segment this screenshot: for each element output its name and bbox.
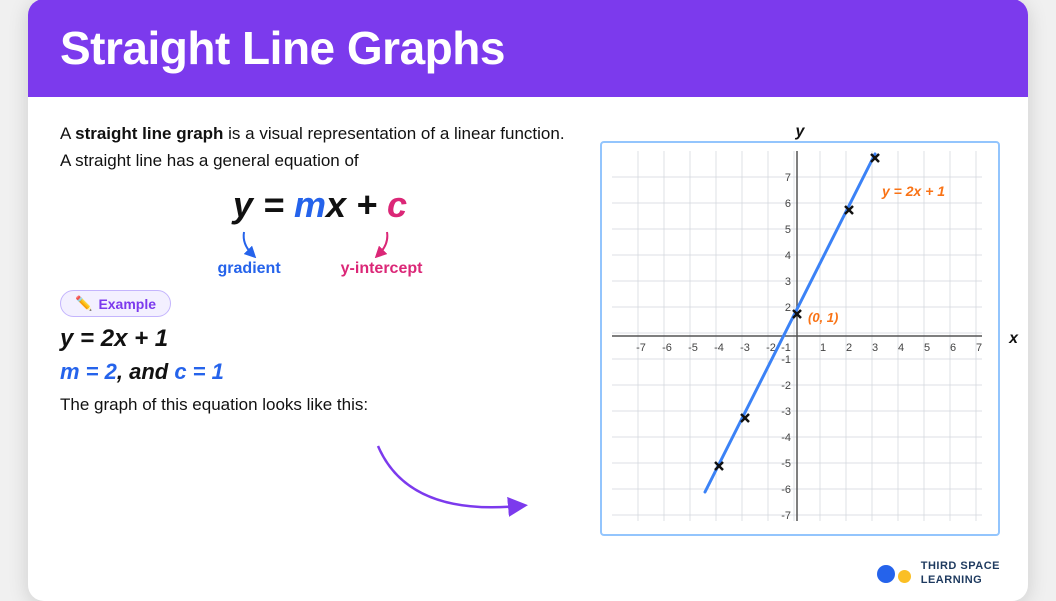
graph-svg: -7 -6 -5 -4 -3 -2 -1 1 2 3 4 5 6 [612, 151, 982, 521]
graph-container: y [600, 141, 1000, 536]
y-axis-label: y [796, 123, 805, 141]
example-badge: ✏️ Example [60, 290, 171, 317]
annotation-arrows: gradient y-intercept [60, 230, 580, 278]
svg-text:4: 4 [785, 250, 791, 262]
svg-text:-3: -3 [740, 342, 750, 354]
svg-text:4: 4 [898, 342, 904, 354]
left-column: A straight line graph is a visual repres… [60, 121, 580, 536]
svg-text:-7: -7 [781, 510, 791, 521]
svg-text:2: 2 [785, 302, 791, 314]
svg-text:-5: -5 [688, 342, 698, 354]
bold-term: straight line graph [75, 124, 223, 143]
svg-text:-5: -5 [781, 458, 791, 470]
gradient-arrow-icon [234, 230, 264, 258]
logo-line1: THIRD SPACE [921, 560, 1000, 573]
svg-text:7: 7 [976, 342, 982, 354]
yintercept-annotation: y-intercept [341, 230, 423, 278]
bottom-description: The graph of this equation looks like th… [60, 395, 580, 415]
x-axis-labels: -7 -6 -5 -4 -3 -2 -1 1 2 3 4 5 6 [636, 342, 982, 354]
logo-text: THIRD SPACE LEARNING [921, 560, 1000, 586]
c-variable: c [387, 184, 407, 225]
graph-equation-label: y = 2x + 1 [881, 183, 945, 199]
svg-text:-6: -6 [781, 484, 791, 496]
logo-section: THIRD SPACE LEARNING [28, 556, 1028, 600]
graph-area: -7 -6 -5 -4 -3 -2 -1 1 2 3 4 5 6 [600, 141, 1000, 536]
svg-text:-6: -6 [662, 342, 672, 354]
logo-circle-blue [877, 565, 895, 583]
c-value: c = 1 [174, 359, 224, 384]
example-variables: m = 2, and c = 1 [60, 359, 580, 385]
example-badge-label: Example [98, 296, 156, 312]
yintercept-label: y-intercept [341, 260, 423, 278]
logo-icon [877, 565, 911, 583]
svg-text:3: 3 [785, 276, 791, 288]
svg-text:-3: -3 [781, 406, 791, 418]
x-axis-outer-label: x [1009, 330, 1018, 348]
gradient-annotation: gradient [218, 230, 281, 278]
content-area: A straight line graph is a visual repres… [28, 97, 1028, 556]
header-section: Straight Line Graphs [28, 0, 1028, 97]
m-variable: m [294, 184, 326, 225]
equation-text: y = mx + c [233, 184, 407, 225]
svg-text:6: 6 [785, 198, 791, 210]
svg-text:7: 7 [785, 172, 791, 184]
general-equation: y = mx + c [60, 184, 580, 226]
right-column: y [600, 121, 1000, 536]
svg-text:2: 2 [846, 342, 852, 354]
gradient-label: gradient [218, 260, 281, 278]
svg-text:-1: -1 [781, 342, 791, 354]
yintercept-arrow-icon [367, 230, 397, 258]
example-2x: 2x [101, 325, 128, 352]
logo-line2: LEARNING [921, 574, 1000, 587]
svg-text:-4: -4 [714, 342, 724, 354]
svg-text:5: 5 [785, 224, 791, 236]
logo-circle-yellow [898, 570, 911, 583]
origin-label: (0, 1) [808, 310, 838, 325]
svg-text:-7: -7 [636, 342, 646, 354]
svg-text:-1: -1 [781, 354, 791, 366]
example-equation: y = 2x + 1 [60, 325, 580, 353]
intro-paragraph: A straight line graph is a visual repres… [60, 121, 580, 174]
svg-text:-4: -4 [781, 432, 791, 444]
svg-text:6: 6 [950, 342, 956, 354]
svg-text:5: 5 [924, 342, 930, 354]
main-card: Straight Line Graphs A straight line gra… [28, 0, 1028, 601]
page-title: Straight Line Graphs [60, 21, 996, 75]
pencil-icon: ✏️ [75, 295, 92, 312]
svg-text:-2: -2 [781, 380, 791, 392]
m-value: m = 2 [60, 359, 117, 384]
svg-text:1: 1 [820, 342, 826, 354]
svg-text:3: 3 [872, 342, 878, 354]
